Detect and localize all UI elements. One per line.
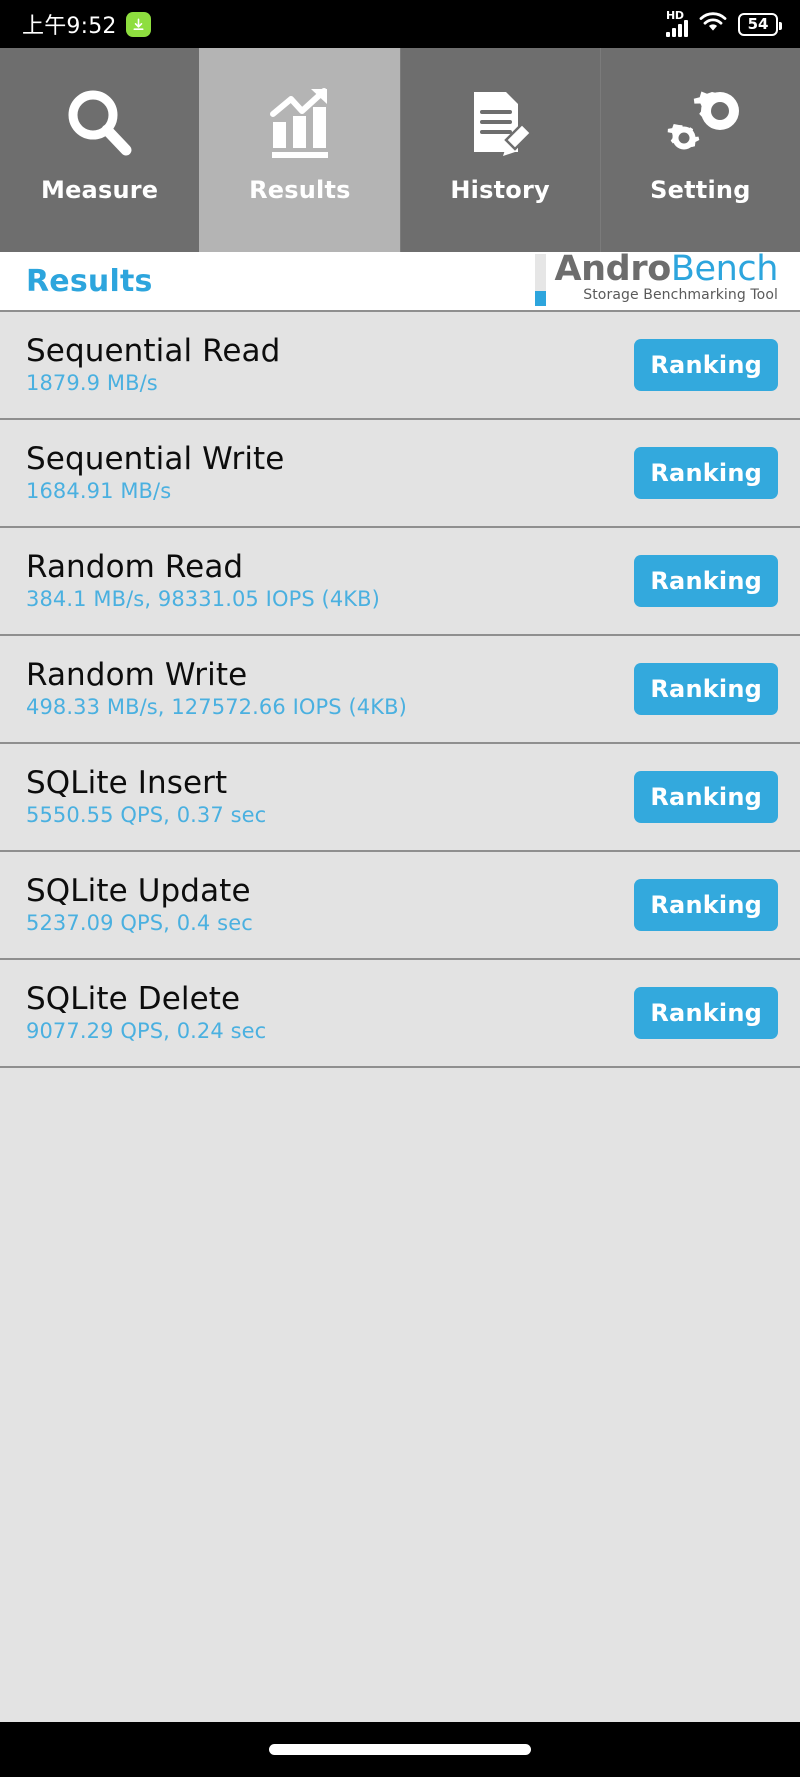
row-title: Sequential Write <box>26 441 285 478</box>
status-bar: 上午9:52 HD 54 <box>0 0 800 48</box>
row-texts: Random Write 498.33 MB/s, 127572.66 IOPS… <box>26 658 407 719</box>
signal-bars-glyph <box>666 20 688 37</box>
table-row[interactable]: Sequential Read 1879.9 MB/s Ranking <box>0 312 800 420</box>
download-arrow-icon <box>125 11 151 37</box>
signal-bars-icon: HD <box>666 9 688 37</box>
row-texts: Random Read 384.1 MB/s, 98331.05 IOPS (4… <box>26 550 380 611</box>
row-value: 9077.29 QPS, 0.24 sec <box>26 1019 267 1044</box>
row-title: Random Read <box>26 549 244 586</box>
magnifier-icon <box>60 78 140 170</box>
ranking-button[interactable]: Ranking <box>634 555 778 607</box>
androbench-logo: AndroBench Storage Benchmarking Tool <box>535 251 778 306</box>
row-texts: Sequential Write 1684.91 MB/s <box>26 442 284 503</box>
ranking-button[interactable]: Ranking <box>634 447 778 499</box>
tab-history-label: History <box>450 176 550 204</box>
table-row[interactable]: Random Read 384.1 MB/s, 98331.05 IOPS (4… <box>0 528 800 636</box>
row-title: SQLite Delete <box>26 981 241 1018</box>
tab-history[interactable]: History <box>399 48 600 252</box>
row-value: 5237.09 QPS, 0.4 sec <box>26 911 253 936</box>
ranking-button[interactable]: Ranking <box>634 771 778 823</box>
ranking-button[interactable]: Ranking <box>634 663 778 715</box>
table-row[interactable]: SQLite Delete 9077.29 QPS, 0.24 sec Rank… <box>0 960 800 1068</box>
ranking-button[interactable]: Ranking <box>634 879 778 931</box>
status-bar-right: HD 54 <box>666 9 782 37</box>
home-gesture-pill[interactable] <box>269 1744 531 1755</box>
row-title: Sequential Read <box>26 333 281 370</box>
tab-measure[interactable]: Measure <box>0 48 200 252</box>
table-row[interactable]: Random Write 498.33 MB/s, 127572.66 IOPS… <box>0 636 800 744</box>
row-texts: SQLite Delete 9077.29 QPS, 0.24 sec <box>26 982 266 1043</box>
ranking-button[interactable]: Ranking <box>634 987 778 1039</box>
wifi-icon <box>699 11 727 37</box>
tab-results[interactable]: Results <box>199 48 400 252</box>
row-value: 384.1 MB/s, 98331.05 IOPS (4KB) <box>26 587 380 612</box>
row-title: SQLite Update <box>26 873 251 910</box>
bar-chart-arrow-icon <box>260 78 340 170</box>
table-row[interactable]: SQLite Insert 5550.55 QPS, 0.37 sec Rank… <box>0 744 800 852</box>
status-bar-left: 上午9:52 <box>22 8 151 40</box>
battery-icon: 54 <box>738 12 782 36</box>
row-texts: SQLite Update 5237.09 QPS, 0.4 sec <box>26 874 253 935</box>
logo-bar-icon <box>535 254 547 306</box>
logo-tagline: Storage Benchmarking Tool <box>583 286 778 303</box>
page-header: Results AndroBench Storage Benchmarking … <box>0 251 800 310</box>
system-nav-bar <box>0 1722 800 1777</box>
results-list: Sequential Read 1879.9 MB/s Ranking Sequ… <box>0 310 800 1722</box>
row-value: 5550.55 QPS, 0.37 sec <box>26 803 267 828</box>
phone-screen: 上午9:52 HD 54 Measure Results History Set… <box>0 0 800 1777</box>
row-texts: Sequential Read 1879.9 MB/s <box>26 334 280 395</box>
row-texts: SQLite Insert 5550.55 QPS, 0.37 sec <box>26 766 266 827</box>
page-title: Results <box>26 263 153 299</box>
row-title: Random Write <box>26 657 248 694</box>
network-type-label: HD <box>666 9 684 22</box>
tab-setting-label: Setting <box>650 176 751 204</box>
logo-word-andro: Andro <box>554 249 671 289</box>
tab-measure-label: Measure <box>41 176 159 204</box>
row-value: 498.33 MB/s, 127572.66 IOPS (4KB) <box>26 695 407 720</box>
logo-text: AndroBench Storage Benchmarking Tool <box>554 249 779 303</box>
row-value: 1879.9 MB/s <box>26 371 158 396</box>
battery-level-label: 54 <box>747 14 769 33</box>
status-clock: 上午9:52 <box>22 14 117 39</box>
document-pencil-icon <box>460 78 540 170</box>
ranking-button[interactable]: Ranking <box>634 339 778 391</box>
tab-setting[interactable]: Setting <box>599 48 800 252</box>
table-row[interactable]: Sequential Write 1684.91 MB/s Ranking <box>0 420 800 528</box>
logo-word-bench: Bench <box>670 249 779 289</box>
row-title: SQLite Insert <box>26 765 228 802</box>
table-row[interactable]: SQLite Update 5237.09 QPS, 0.4 sec Ranki… <box>0 852 800 960</box>
gears-icon <box>659 78 741 170</box>
logo-wordmark: AndroBench <box>554 249 779 289</box>
row-value: 1684.91 MB/s <box>26 479 172 504</box>
tab-results-label: Results <box>249 176 351 204</box>
tab-bar: Measure Results History Setting <box>0 48 800 252</box>
